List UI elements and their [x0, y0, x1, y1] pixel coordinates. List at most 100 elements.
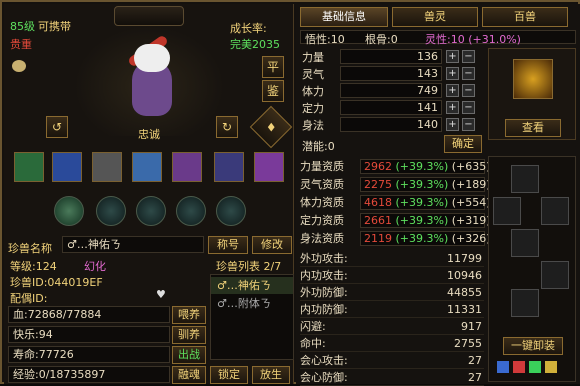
- skill-icon-7[interactable]: [254, 152, 284, 182]
- equipment-panel: 一键卸装: [488, 156, 576, 382]
- title-button[interactable]: 称号: [208, 236, 248, 254]
- soul-slot-1[interactable]: [54, 196, 84, 226]
- minus-button[interactable]: −: [462, 84, 475, 97]
- jian-button[interactable]: 鉴: [262, 80, 284, 102]
- stat-label: 定力: [302, 102, 324, 115]
- skill-icon-5[interactable]: [172, 152, 202, 182]
- merge-button[interactable]: 融魂: [172, 366, 206, 384]
- rotate-right-button[interactable]: ↻: [216, 116, 238, 138]
- skill-icon-2[interactable]: [52, 152, 82, 182]
- stats-block: 力量 136 灵气 143 体力 749 定力 141 身法 140 + − + −…: [300, 48, 482, 132]
- aptitude-pct: (+39.3%): [392, 178, 449, 191]
- aptitude-add: (+635): [448, 160, 491, 173]
- equip-slot-5[interactable]: [541, 261, 569, 289]
- pet-list: ♂…神佑ㄋ ♂…附体ㄋ: [210, 274, 294, 360]
- skill-icon-6[interactable]: [214, 152, 244, 182]
- pet-morph: 幻化: [84, 260, 106, 273]
- pet-name-field[interactable]: ♂…神佑ㄋ: [62, 236, 204, 253]
- pet-name-value: ♂…神佑ㄋ: [67, 238, 121, 251]
- pet-portrait-icon: [513, 59, 553, 99]
- equip-slot-3[interactable]: [541, 197, 569, 225]
- plus-button[interactable]: +: [446, 101, 459, 114]
- water-icon: [497, 361, 509, 373]
- rotate-left-button[interactable]: ↺: [46, 116, 68, 138]
- lock-button[interactable]: 锁定: [210, 366, 248, 384]
- equip-slot-2[interactable]: [493, 197, 521, 225]
- modify-button[interactable]: 修改: [252, 236, 292, 254]
- unequip-all-button[interactable]: 一键卸装: [503, 337, 563, 355]
- equip-slot-4[interactable]: [511, 229, 539, 257]
- combat-label: 内功攻击:: [300, 269, 348, 282]
- equip-slot-6[interactable]: [511, 289, 539, 317]
- soul-slot-5[interactable]: [216, 196, 246, 226]
- growth-value: 完美2035: [230, 38, 280, 51]
- tame-button[interactable]: 驯养: [172, 326, 206, 344]
- pet-model[interactable]: [74, 26, 224, 136]
- skill-icon-1[interactable]: [14, 152, 44, 182]
- minus-button[interactable]: −: [462, 101, 475, 114]
- wood-icon: [529, 361, 541, 373]
- plus-button[interactable]: +: [446, 50, 459, 63]
- combat-value: 917: [461, 320, 482, 333]
- pet-rarity: 贵重: [10, 38, 32, 51]
- stat-value: 749: [340, 83, 442, 98]
- equip-slot-1[interactable]: [511, 165, 539, 193]
- tab-basic-info[interactable]: 基础信息: [300, 7, 388, 27]
- pet-list-item[interactable]: ♂…附体ㄋ: [211, 295, 293, 312]
- minus-button[interactable]: −: [462, 50, 475, 63]
- aptitude-label: 体力资质: [300, 196, 344, 209]
- pet-personality: 忠诚: [138, 128, 160, 141]
- pet-window: 85级 可携带 贵重 成长率: 完美2035 平 鉴 ↺ 忠诚 ↻ ♦ 珍兽名称: [0, 0, 580, 386]
- confirm-button[interactable]: 确定: [444, 135, 482, 153]
- soul-slot-4[interactable]: [176, 196, 206, 226]
- ping-button[interactable]: 平: [262, 56, 284, 78]
- stat-label: 力量: [302, 51, 324, 64]
- wuxing: 悟性:10: [305, 33, 345, 46]
- plus-button[interactable]: +: [446, 67, 459, 80]
- aptitude-list: 力量资质 2962 (+39.3%) (+635) 灵气资质 2275 (+39…: [300, 158, 491, 248]
- aptitude-base: 2275: [364, 178, 392, 191]
- soul-slot-3[interactable]: [136, 196, 166, 226]
- heart-icon: ♥: [156, 288, 166, 301]
- aptitude-base: 2962: [364, 160, 392, 173]
- stat-value: 140: [340, 117, 442, 132]
- aptitude-add: (+319): [448, 214, 491, 227]
- release-button[interactable]: 放生: [252, 366, 290, 384]
- aptitude-add: (+554): [448, 196, 491, 209]
- pet-carry: 可携带: [38, 20, 71, 33]
- plus-button[interactable]: +: [446, 84, 459, 97]
- soul-slot-2[interactable]: [96, 196, 126, 226]
- title-ornament: [114, 6, 184, 26]
- pet-list-item[interactable]: ♂…神佑ㄋ: [211, 277, 293, 294]
- skill-icon-4[interactable]: [132, 152, 162, 182]
- combat-label: 闪避:: [300, 320, 326, 333]
- life-bar: 寿命:77726: [8, 346, 170, 363]
- potential: 潜能:0: [302, 140, 335, 153]
- skill-icon-3[interactable]: [92, 152, 122, 182]
- combat-label: 会心攻击:: [300, 354, 348, 367]
- fight-button[interactable]: 出战: [172, 346, 206, 364]
- gold-coin-icon: [12, 60, 26, 72]
- pet-head: [134, 44, 170, 72]
- aptitude-bar: 悟性:10 根骨:0 灵性:10 (+31.0%): [300, 30, 576, 46]
- minus-button[interactable]: −: [462, 67, 475, 80]
- aptitude-base: 2661: [364, 214, 392, 227]
- combat-value: 27: [468, 354, 482, 367]
- combat-label: 外功攻击:: [300, 252, 348, 265]
- tab-hundred-beasts[interactable]: 百兽: [482, 7, 568, 27]
- lingxing: 灵性:10 (+31.0%): [425, 33, 521, 46]
- feed-button[interactable]: 喂养: [172, 306, 206, 324]
- minus-button[interactable]: −: [462, 118, 475, 131]
- aptitude-base: 4618: [364, 196, 392, 209]
- genxing: 根骨:0: [365, 33, 398, 46]
- aptitude-label: 灵气资质: [300, 178, 344, 191]
- stat-label: 体力: [302, 85, 324, 98]
- name-label: 珍兽名称: [8, 242, 52, 255]
- view-button[interactable]: 查看: [505, 119, 561, 137]
- flame-icon[interactable]: ♦: [249, 105, 293, 149]
- aptitude-base: 2119: [364, 232, 392, 245]
- plus-button[interactable]: +: [446, 118, 459, 131]
- tab-beast-spirit[interactable]: 兽灵: [392, 7, 478, 27]
- combat-label: 命中:: [300, 337, 326, 350]
- combat-value: 27: [468, 371, 482, 384]
